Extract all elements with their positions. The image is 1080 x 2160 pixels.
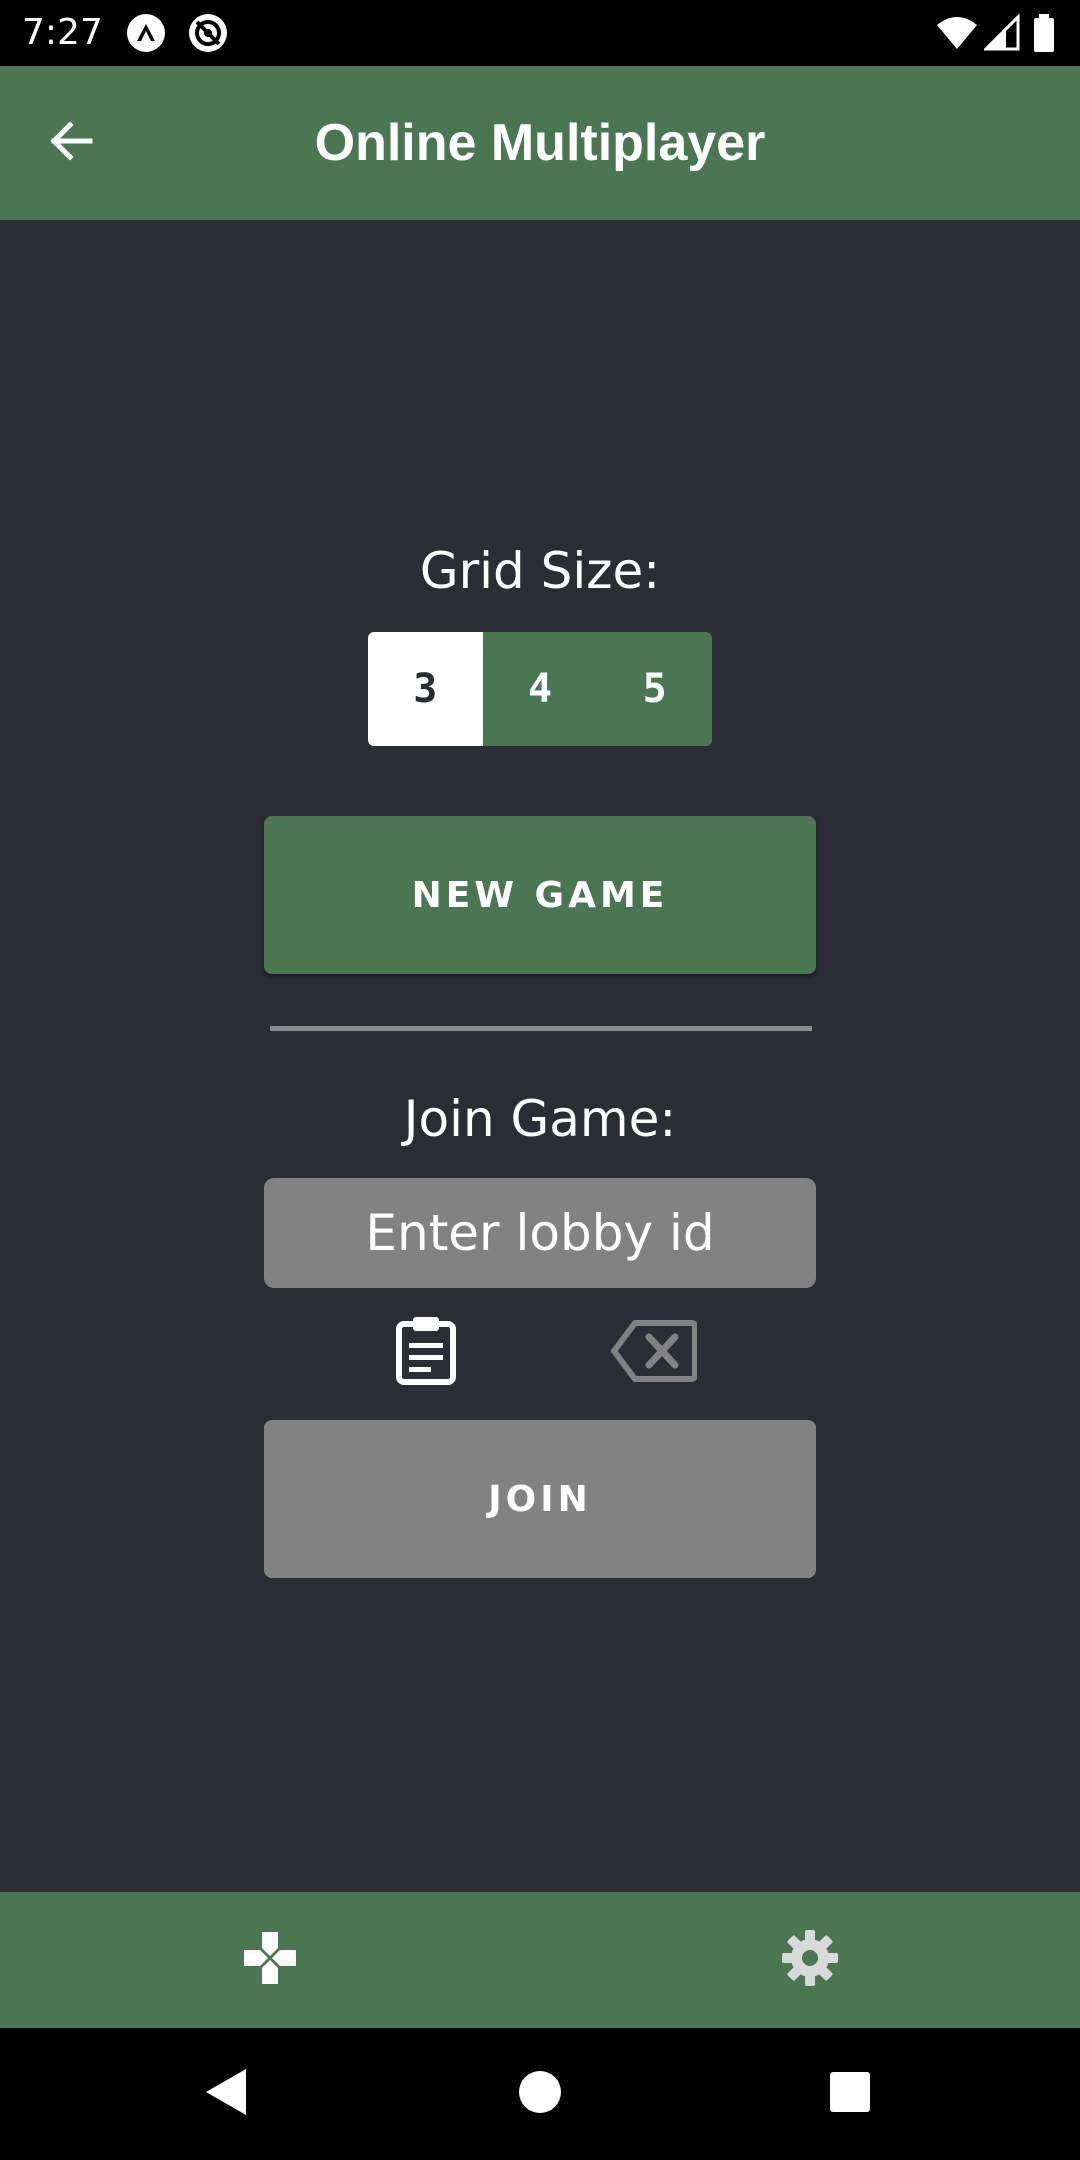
app-notification-icon [126, 13, 166, 53]
page-title: Online Multiplayer [314, 114, 766, 172]
grid-size-option-5[interactable]: 5 [597, 632, 712, 746]
grid-size-label: Grid Size: [419, 542, 661, 600]
bottom-navigation [0, 1892, 1080, 2028]
lobby-id-input[interactable] [264, 1178, 816, 1288]
system-recents-button[interactable] [820, 2064, 880, 2124]
gamepad-icon [240, 1928, 300, 1993]
app-bar: Online Multiplayer [0, 66, 1080, 220]
app-screen: 7:27 Online Multiplayer Grid Size: 3 4 5… [0, 0, 1080, 2160]
back-button[interactable] [30, 102, 112, 184]
back-triangle-icon [202, 2066, 250, 2123]
nav-settings-button[interactable] [770, 1920, 850, 2000]
grid-size-option-3[interactable]: 3 [368, 632, 483, 746]
clear-input-button[interactable] [608, 1318, 700, 1388]
wifi-icon [936, 13, 978, 53]
status-time: 7:27 [22, 12, 103, 53]
grid-size-selector: 3 4 5 [368, 632, 712, 746]
divider [270, 1026, 812, 1031]
paste-button[interactable] [388, 1314, 464, 1390]
grid-size-option-4[interactable]: 4 [482, 632, 598, 746]
system-navigation-bar [0, 2028, 1080, 2160]
gear-icon [780, 1928, 840, 1993]
system-back-button[interactable] [196, 2064, 256, 2124]
status-bar: 7:27 [0, 0, 1080, 66]
backspace-clear-icon [611, 1319, 698, 1388]
nav-play-button[interactable] [230, 1920, 310, 2000]
join-button[interactable]: JOIN [264, 1420, 816, 1578]
arrow-back-icon [46, 116, 96, 171]
home-circle-icon [517, 2069, 563, 2120]
system-home-button[interactable] [510, 2064, 570, 2124]
join-game-label: Join Game: [403, 1090, 677, 1148]
sync-notification-icon [188, 13, 228, 53]
cellular-signal-icon [982, 13, 1020, 53]
new-game-button[interactable]: NEW GAME [264, 816, 816, 974]
recents-square-icon [828, 2070, 872, 2119]
battery-icon [1032, 13, 1056, 53]
clipboard-paste-icon [393, 1314, 459, 1391]
